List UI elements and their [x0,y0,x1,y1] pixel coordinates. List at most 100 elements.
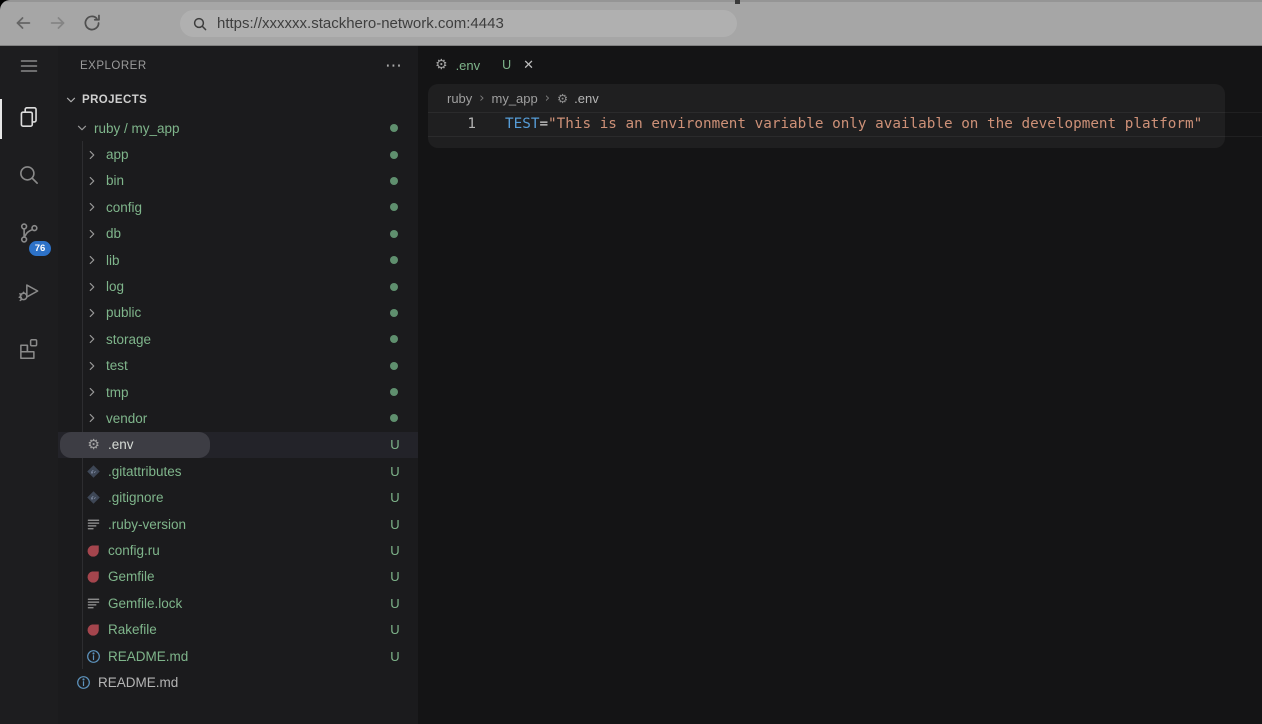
more-actions-icon[interactable]: ⋯ [385,61,402,71]
tree-item-file-env[interactable]: ⚙.envU [58,432,418,458]
breadcrumb-separator: › [545,91,550,106]
tree-item-file-gitattributes[interactable]: .gitattributesU [58,458,418,484]
modified-dot-badge [390,203,398,211]
file-tree: ruby / my_app app bin config dbliblog public… [58,115,418,696]
breadcrumb-item-ruby[interactable]: ruby [447,91,472,106]
modified-dot-badge [390,177,398,185]
tree-item-root-folder[interactable]: ruby / my_app [58,115,418,141]
folder-label: vendor [106,411,147,426]
code-line-1[interactable]: 1 TEST="This is an environment variable … [428,112,1225,136]
file-label: Gemfile [108,569,155,584]
sidebar-item-search[interactable] [0,148,58,206]
hamburger-menu-icon [17,54,41,83]
tree-item-file-ruby-version[interactable]: .ruby-versionU [58,511,418,537]
tree-item-file-Gemfile[interactable]: Gemfile U [58,564,418,590]
tree-item-file-Rakefile[interactable]: RakefileU [58,616,418,642]
file-label: .gitignore [108,490,164,505]
modified-dot-badge [390,309,398,317]
chevron-right-icon [84,411,100,425]
tree-item-file-README-md[interactable]: README.md U [58,643,418,669]
explorer-title: EXPLORER [80,60,147,72]
modified-dot-badge [390,414,398,422]
activity-bar: 76 [0,46,58,724]
address-bar[interactable]: https://xxxxxx.stackhero-network.com:444… [180,10,737,37]
chevron-right-icon [84,385,100,399]
root-folder-label: ruby / my_app [94,121,180,136]
tree-item-folder-bin[interactable]: bin [58,168,418,194]
forward-button[interactable] [44,9,72,37]
ruby-icon [85,569,102,585]
file-list: ⚙.envU.gitattributesU.gitignoreU.ruby-ve… [58,432,418,670]
chevron-down-icon [64,93,78,107]
tree-item-workspace-readme[interactable]: README.md [58,669,418,695]
tree-item-folder-public[interactable]: public [58,300,418,326]
editor-group: ⚙ .env U ✕ ruby › my_app › ⚙ .env [418,46,1262,724]
menu-button[interactable] [0,46,58,90]
current-line-border-bottom [428,136,1262,137]
tree-item-folder-app[interactable]: app [58,141,418,167]
tree-item-folder-db[interactable]: db [58,221,418,247]
browser-toolbar: https://xxxxxx.stackhero-network.com:444… [0,0,1262,46]
tree-item-folder-tmp[interactable]: tmp [58,379,418,405]
chevron-right-icon [84,253,100,267]
tree-item-folder-config[interactable]: config [58,194,418,220]
sidebar-item-source-control[interactable]: 76 [0,206,58,264]
tree-item-folder-vendor[interactable]: vendor [58,405,418,431]
back-button[interactable] [9,9,37,37]
ruby-icon [85,542,102,558]
env-key: TEST [505,116,539,132]
breadcrumb-item-env[interactable]: .env [574,91,599,106]
tree-item-folder-storage[interactable]: storage [58,326,418,352]
tab-bar: ⚙ .env U ✕ [418,46,1262,84]
file-label: config.ru [108,543,160,558]
git-status-badge: U [387,649,403,664]
file-label: README.md [108,649,188,664]
git-icon [85,463,102,479]
tab-env[interactable]: ⚙ .env U ✕ [435,46,534,84]
back-arrow-icon [12,12,34,34]
modified-dot-badge [390,124,398,132]
tree-item-file-gitignore[interactable]: .gitignore U [58,484,418,510]
editor-panel: ruby › my_app › ⚙ .env 1 TEST="This is a… [428,84,1225,148]
git-status-badge: U [502,58,511,72]
file-label: .gitattributes [108,464,182,479]
reload-button[interactable] [78,9,106,37]
sidebar-item-run-debug[interactable] [0,264,58,322]
section-projects[interactable]: PROJECTS [58,85,418,115]
modified-dot-badge [390,335,398,343]
git-status-badge: U [387,569,403,584]
folder-label: config [106,200,142,215]
folder-label: public [106,305,141,320]
tree-item-folder-lib[interactable]: lib [58,247,418,273]
code-text: TEST="This is an environment variable on… [505,116,1202,132]
tree-item-file-Gemfile-lock[interactable]: Gemfile.lockU [58,590,418,616]
search-icon [192,16,208,32]
modified-dot-badge [390,388,398,396]
file-label: .ruby-version [108,517,186,532]
folder-label: test [106,358,128,373]
chevron-down-icon [74,121,90,135]
tree-item-folder-test[interactable]: test [58,353,418,379]
file-label: .env [108,437,134,452]
close-icon[interactable]: ✕ [523,58,534,73]
git-status-badge: U [387,490,403,505]
tab-label: .env [456,58,481,73]
file-label: README.md [98,675,178,690]
sidebar-item-explorer[interactable] [0,90,58,148]
modified-dot-badge [390,362,398,370]
operator: = [539,116,548,132]
chevron-right-icon [84,200,100,214]
folder-label: bin [106,173,124,188]
info-icon [75,674,92,690]
env-value: "This is an environment variable only av… [548,116,1202,132]
ruby-icon [85,622,102,638]
list-icon [85,516,102,532]
section-title: PROJECTS [82,94,147,106]
tree-item-file-config-ru[interactable]: config.ruU [58,537,418,563]
tree-item-folder-log[interactable]: log [58,273,418,299]
reload-icon [81,12,103,34]
gear-icon: ⚙ [85,437,102,453]
breadcrumb-item-my-app[interactable]: my_app [492,91,538,106]
sidebar-item-extensions[interactable] [0,322,58,380]
source-control-badge: 76 [29,241,51,256]
